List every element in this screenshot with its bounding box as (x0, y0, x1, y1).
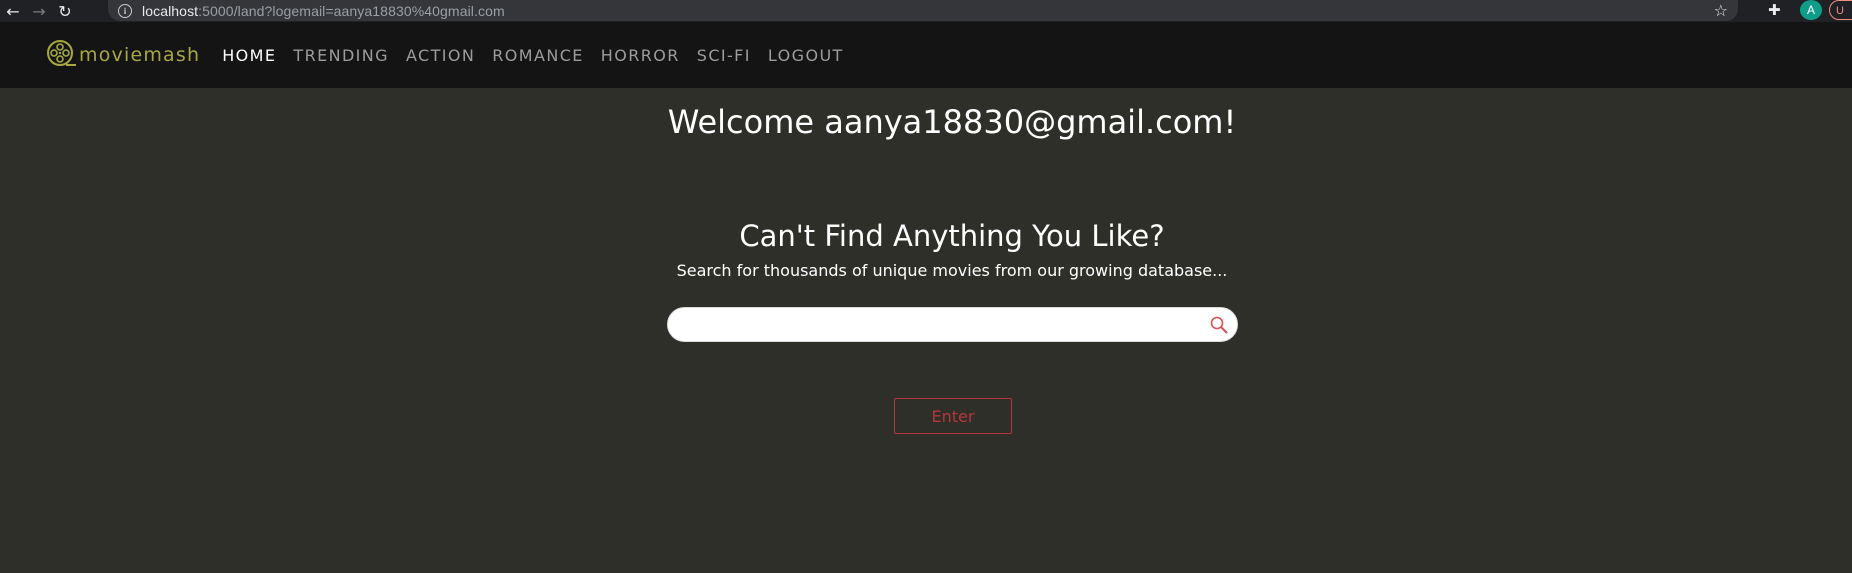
welcome-heading: Welcome aanya18830@gmail.com! (667, 103, 1237, 141)
nav-action[interactable]: ACTION (406, 46, 475, 65)
extensions-puzzle-icon[interactable]: ✚ (1768, 1, 1781, 19)
bookmark-star-icon[interactable]: ☆ (1714, 1, 1728, 20)
forward-arrow-icon[interactable]: → (26, 0, 52, 22)
site-navbar: moviemash HOME TRENDING ACTION ROMANCE H… (0, 22, 1852, 88)
browser-toolbar: ← → ↻ i localhost:5000/land?logemail=aan… (0, 0, 1852, 22)
url-host: localhost (142, 2, 199, 19)
search-bar[interactable] (667, 307, 1238, 342)
enter-button[interactable]: Enter (894, 398, 1012, 434)
nav-trending[interactable]: TRENDING (293, 46, 389, 65)
update-button[interactable]: U (1829, 0, 1852, 20)
info-icon[interactable]: i (118, 3, 132, 18)
address-bar[interactable]: i localhost:5000/land?logemail=aanya1883… (108, 0, 1738, 21)
logo-text: moviemash (79, 44, 201, 66)
reload-icon[interactable]: ↻ (52, 0, 78, 22)
nav-romance[interactable]: ROMANCE (492, 46, 584, 65)
main-menu: HOME TRENDING ACTION ROMANCE HORROR SCI-… (222, 46, 861, 65)
back-arrow-icon[interactable]: ← (0, 0, 26, 22)
search-headline: Can't Find Anything You Like? (739, 219, 1165, 253)
film-reel-icon (47, 40, 76, 66)
site-logo[interactable]: moviemash (46, 39, 200, 71)
url-path: :5000/land?logemail=aanya18830%40gmail.c… (198, 2, 505, 19)
nav-home[interactable]: HOME (222, 46, 276, 65)
profile-avatar[interactable]: A (1800, 0, 1822, 20)
search-input[interactable] (682, 313, 1186, 339)
url-text[interactable]: localhost:5000/land?logemail=aanya18830%… (142, 3, 505, 19)
search-subtext: Search for thousands of unique movies fr… (676, 261, 1228, 280)
nav-sci-fi[interactable]: SCI-FI (697, 46, 751, 65)
main-content: Welcome aanya18830@gmail.com! Can't Find… (0, 88, 1852, 573)
nav-logout[interactable]: LOGOUT (768, 46, 844, 65)
search-icon[interactable] (1209, 315, 1229, 335)
nav-horror[interactable]: HORROR (601, 46, 680, 65)
